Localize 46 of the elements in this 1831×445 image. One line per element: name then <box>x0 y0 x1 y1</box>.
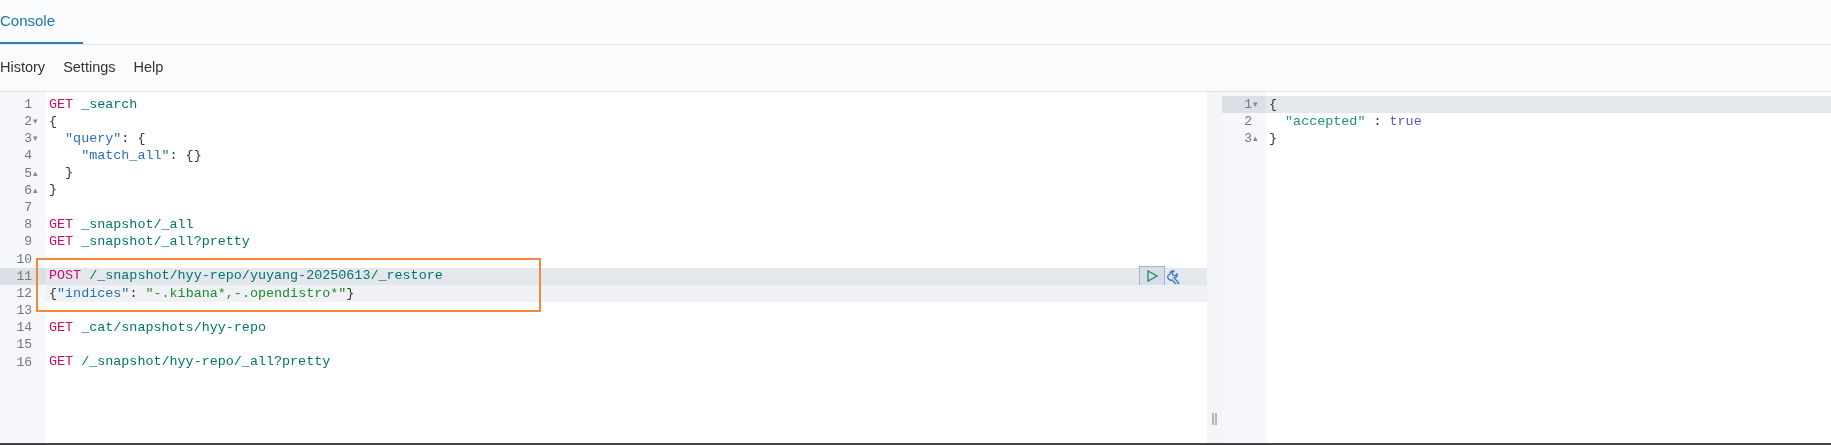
menu-item[interactable]: History <box>0 57 46 79</box>
code-line: "accepted" : true <box>1284 112 1422 131</box>
line-number: 9 <box>24 233 32 252</box>
line-number: 3 <box>1244 130 1252 149</box>
line-number: 14 <box>16 319 32 338</box>
fold-caret[interactable]: ▴ <box>1253 132 1262 146</box>
menu-item[interactable]: Help <box>133 57 164 79</box>
fold-caret[interactable]: ▾ <box>33 132 42 146</box>
code-line: GET /_snapshot/hyy-repo/_all?pretty <box>49 353 331 372</box>
fold-caret[interactable]: ▴ <box>33 183 42 198</box>
line-number: 5 <box>24 164 32 183</box>
code-line: "match_all": {} <box>80 147 202 166</box>
line-number: 8 <box>24 216 32 235</box>
line-number: 11 <box>16 267 32 286</box>
code-line: } <box>1269 129 1278 148</box>
line-number: 16 <box>16 353 32 372</box>
fold-caret[interactable]: ▾ <box>33 115 42 129</box>
fold-caret[interactable]: ▾ <box>1253 97 1262 112</box>
line-number: 13 <box>16 302 32 321</box>
line-number: 4 <box>24 147 32 166</box>
code-line: } <box>49 181 58 200</box>
code-line: } <box>64 164 74 183</box>
code-line: GET _cat/snapshots/hyy-repo <box>49 319 266 337</box>
line-number: 2 <box>1244 113 1252 132</box>
menu-item[interactable]: Settings <box>63 57 116 79</box>
resize-handle-icon[interactable] <box>1212 413 1217 425</box>
fold-caret[interactable]: ▴ <box>33 166 42 181</box>
code-line: GET _snapshot/_all?pretty <box>49 233 250 252</box>
code-line: { <box>49 112 58 131</box>
line-number: 2 <box>24 113 32 132</box>
code-line: { <box>1269 95 1278 114</box>
code-line: GET _search <box>49 95 138 114</box>
line-number: 15 <box>16 336 32 355</box>
line-number: 6 <box>24 181 32 200</box>
play-icon <box>1146 269 1158 282</box>
code-line: POST /_snapshot/hyy-repo/yuyang-20250613/_restore <box>49 267 443 286</box>
line-number: 10 <box>16 250 32 269</box>
code-line: {"indices": "-.kibana*,-.opendistro*"} <box>49 284 355 303</box>
line-number: 12 <box>16 284 32 303</box>
line-number: 3 <box>24 130 32 149</box>
line-number: 1 <box>1244 95 1252 114</box>
code-line: "query": { <box>64 129 146 148</box>
code-line: GET _snapshot/_all <box>49 215 194 234</box>
line-number: 7 <box>24 198 32 217</box>
line-number: 1 <box>24 95 32 114</box>
run-button[interactable] <box>1139 265 1165 286</box>
